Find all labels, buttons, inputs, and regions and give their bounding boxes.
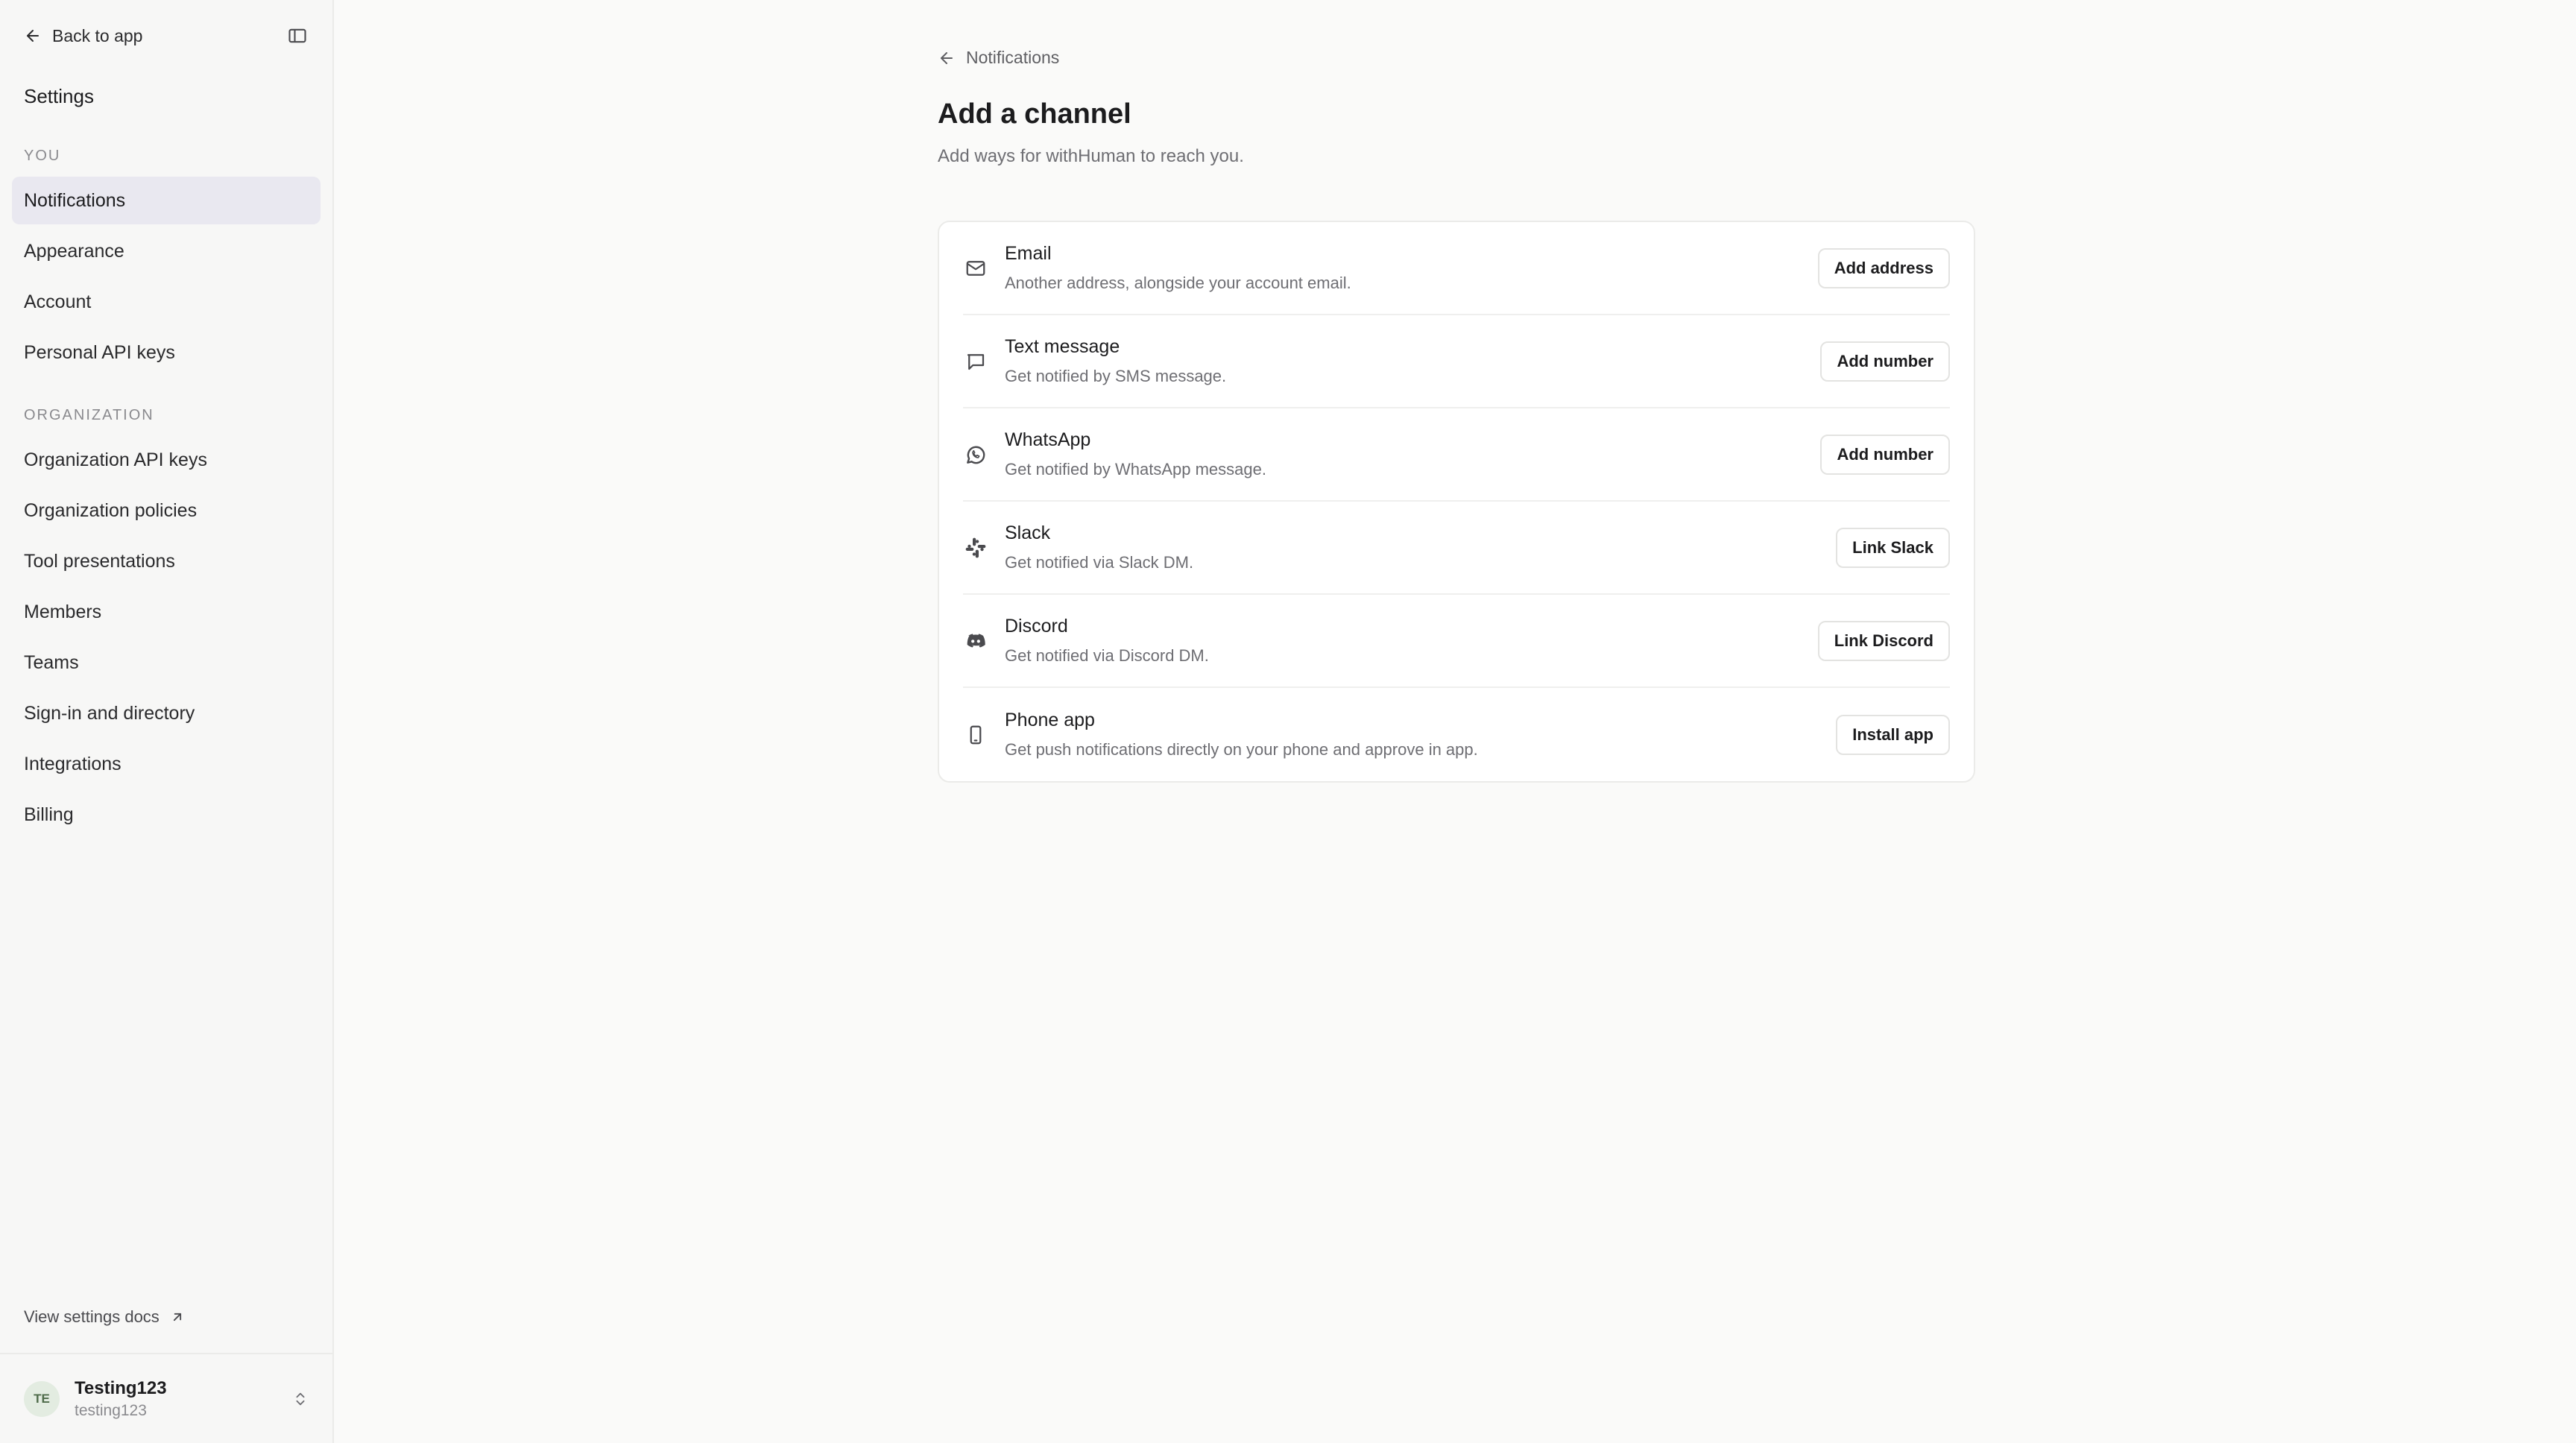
channel-row-email: Email Another address, alongside your ac… xyxy=(963,222,1950,315)
sidebar-item-billing[interactable]: Billing xyxy=(12,791,321,839)
channel-description: Get notified via Discord DM. xyxy=(1005,646,1209,665)
user-info: Testing123 testing123 xyxy=(75,1378,292,1420)
channel-row-whatsapp: WhatsApp Get notified by WhatsApp messag… xyxy=(963,408,1950,502)
channel-name: Phone app xyxy=(1005,710,1095,730)
external-link-icon xyxy=(173,1313,181,1322)
arrow-left-icon xyxy=(941,51,953,64)
page-title: Add a channel xyxy=(938,98,1131,130)
chevron-up-down-icon[interactable] xyxy=(292,1389,309,1409)
channel-row-phone-app: Phone app Get push notifications directl… xyxy=(963,688,1950,781)
channel-description: Get push notifications directly on your … xyxy=(1005,740,1478,759)
page-subtitle: Add ways for withHuman to reach you. xyxy=(938,146,1244,166)
channel-name: Slack xyxy=(1005,522,1051,543)
channels-card: Email Another address, alongside your ac… xyxy=(938,221,1975,783)
channel-row-discord: Discord Get notified via Discord DM. Lin… xyxy=(963,595,1950,688)
nav-organization: Organization API keys Organization polic… xyxy=(12,436,321,842)
channel-row-text-message: Text message Get notified by SMS message… xyxy=(963,315,1950,408)
link-slack-button[interactable]: Link Slack xyxy=(1836,527,1950,568)
channel-description: Get notified by SMS message. xyxy=(1005,367,1227,385)
phone-icon xyxy=(963,722,988,748)
sidebar: Back to app Settings YOU Notifications A… xyxy=(0,0,334,1443)
channel-text: Email Another address, alongside your ac… xyxy=(1005,243,1818,293)
channel-description: Get notified via Slack DM. xyxy=(1005,553,1194,572)
arrow-left-icon xyxy=(27,30,39,42)
slack-icon xyxy=(963,535,988,561)
sidebar-item-appearance[interactable]: Appearance xyxy=(12,227,321,275)
channel-description: Another address, alongside your account … xyxy=(1005,274,1351,292)
section-label-organization: ORGANIZATION xyxy=(24,407,154,423)
add-number-button[interactable]: Add number xyxy=(1820,434,1950,475)
avatar: TE xyxy=(24,1380,60,1417)
sidebar-item-tool-presentations[interactable]: Tool presentations xyxy=(12,537,321,585)
link-discord-button[interactable]: Link Discord xyxy=(1817,620,1950,661)
add-address-button[interactable]: Add address xyxy=(1817,247,1950,288)
back-to-app-label: Back to app xyxy=(52,25,143,45)
sidebar-item-integrations[interactable]: Integrations xyxy=(12,740,321,788)
breadcrumb-label: Notifications xyxy=(966,48,1060,67)
view-settings-docs-label: View settings docs xyxy=(24,1307,160,1326)
channel-text: WhatsApp Get notified by WhatsApp messag… xyxy=(1005,429,1820,479)
sidebar-item-members[interactable]: Members xyxy=(12,588,321,636)
sidebar-header: Back to app xyxy=(24,21,309,51)
discord-icon xyxy=(963,628,988,654)
view-settings-docs-link[interactable]: View settings docs xyxy=(24,1307,185,1327)
section-label-you: YOU xyxy=(24,148,61,164)
channel-text: Phone app Get push notifications directl… xyxy=(1005,710,1836,760)
mail-icon xyxy=(963,256,988,281)
channel-text: Slack Get notified via Slack DM. xyxy=(1005,522,1836,572)
channel-description: Get notified by WhatsApp message. xyxy=(1005,460,1266,479)
back-to-app-link[interactable]: Back to app xyxy=(24,26,142,46)
nav-you: Notifications Appearance Account Persona… xyxy=(12,177,321,379)
channel-name: Text message xyxy=(1005,336,1120,357)
whatsapp-icon xyxy=(963,442,988,467)
sidebar-item-organization-policies[interactable]: Organization policies xyxy=(12,487,321,534)
sidebar-item-account[interactable]: Account xyxy=(12,278,321,326)
sidebar-toggle-button[interactable] xyxy=(286,25,309,47)
user-name: Testing123 xyxy=(75,1377,167,1398)
breadcrumb[interactable]: Notifications xyxy=(938,48,1059,68)
sidebar-item-teams[interactable]: Teams xyxy=(12,639,321,686)
channel-text: Text message Get notified by SMS message… xyxy=(1005,336,1820,386)
add-number-button[interactable]: Add number xyxy=(1820,341,1950,382)
channel-name: Email xyxy=(1005,243,1052,264)
install-app-button[interactable]: Install app xyxy=(1836,714,1950,755)
message-icon xyxy=(963,349,988,374)
user-handle: testing123 xyxy=(75,1401,147,1419)
sidebar-item-organization-api-keys[interactable]: Organization API keys xyxy=(12,436,321,484)
channel-row-slack: Slack Get notified via Slack DM. Link Sl… xyxy=(963,502,1950,595)
sidebar-item-sign-in-and-directory[interactable]: Sign-in and directory xyxy=(12,689,321,737)
sidebar-item-notifications[interactable]: Notifications xyxy=(12,177,321,224)
sidebar-item-personal-api-keys[interactable]: Personal API keys xyxy=(12,329,321,376)
user-switcher[interactable]: TE Testing123 testing123 xyxy=(0,1353,332,1443)
main-content: Notifications Add a channel Add ways for… xyxy=(334,0,2576,1443)
channel-text: Discord Get notified via Discord DM. xyxy=(1005,616,1818,666)
channel-name: WhatsApp xyxy=(1005,429,1091,450)
settings-title: Settings xyxy=(24,85,94,107)
sidebar-panel-icon xyxy=(288,28,306,43)
channel-name: Discord xyxy=(1005,616,1068,637)
